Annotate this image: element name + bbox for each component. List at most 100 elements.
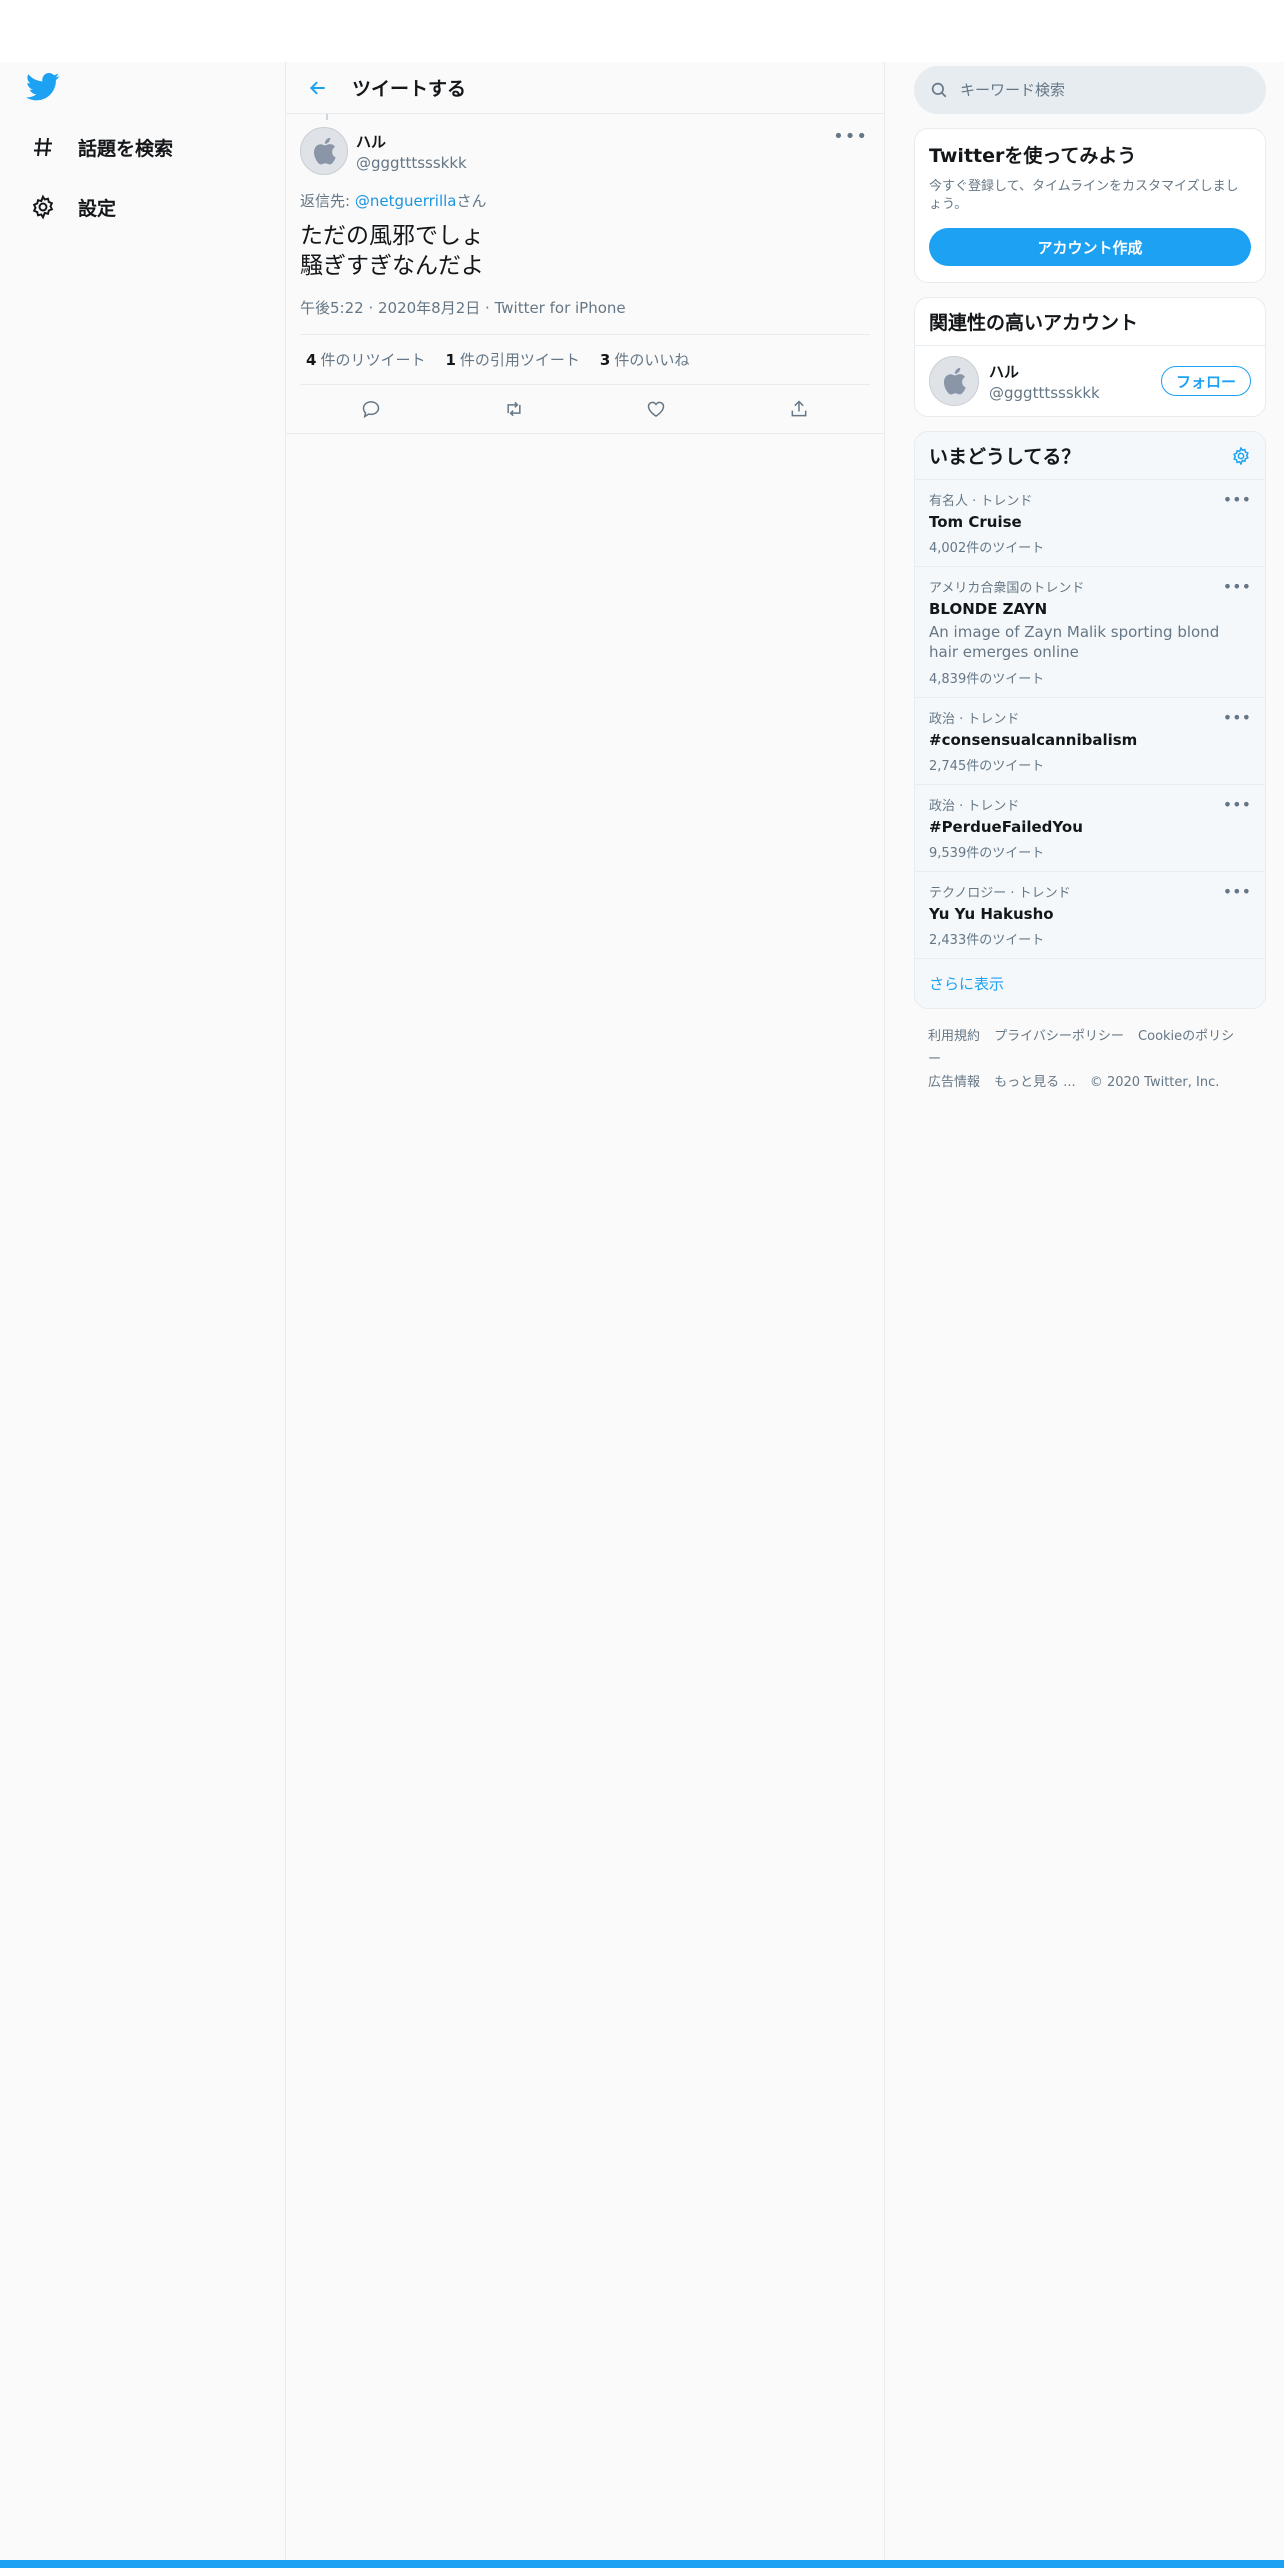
show-more-link[interactable]: さらに表示 (915, 959, 1265, 1008)
quote-count-link[interactable]: 1 件の引用ツイート (445, 349, 579, 370)
tweet-detail: ハル @gggtttssskkk ••• 返信先: @netguerrillaさ… (286, 114, 884, 434)
trend-count: 2,745件のツイート (929, 759, 1045, 774)
thread-connector-line (326, 114, 328, 120)
tweet-actions (300, 385, 870, 433)
trend-count: 4,839件のツイート (929, 672, 1045, 687)
twitter-logo-icon[interactable] (26, 72, 64, 110)
page-title: ツイートする (352, 78, 467, 100)
related-account-name: ハル (989, 362, 1020, 381)
trends-title: いまどうしてる？ (929, 446, 1081, 468)
tweet-stats: 4 件のリツイート 1 件の引用ツイート 3 件のいいね (300, 335, 870, 385)
share-icon (791, 400, 807, 417)
like-button[interactable] (636, 389, 676, 429)
related-account-row[interactable]: ハル @gggtttssskkk フォロー (915, 346, 1265, 416)
trend-count: 4,002件のツイート (929, 541, 1045, 556)
ads-info-link[interactable]: 広告情報 (928, 1075, 980, 1090)
search-input[interactable] (960, 81, 1240, 99)
copyright-text: © 2020 Twitter, Inc. (1089, 1075, 1220, 1090)
back-button[interactable] (300, 70, 336, 106)
tweet-metadata: 午後5:22 · 2020年8月2日 · Twitter for iPhone (300, 297, 870, 335)
trend-context: 政治 · トレンド (929, 799, 1020, 814)
trend-name: #PerdueFailedYou (929, 818, 1083, 836)
trend-item[interactable]: アメリカ合衆国のトレンド BLONDE ZAYN An image of Zay… (915, 567, 1265, 698)
trend-item[interactable]: 政治 · トレンド #consensualcannibalism 2,745件の… (915, 698, 1265, 785)
footer-links: 利用規約 プライバシーポリシー Cookieのポリシー 広告情報 もっと見る .… (914, 1009, 1266, 1110)
more-link[interactable]: もっと見る ... (994, 1075, 1076, 1090)
nav-item-explore[interactable]: 話題を検索 (26, 124, 173, 170)
nav-item-settings[interactable]: 設定 (26, 184, 116, 230)
tweet-source-link[interactable]: Twitter for iPhone (495, 299, 626, 317)
follow-button[interactable]: フォロー (1160, 366, 1251, 396)
terms-link[interactable]: 利用規約 (928, 1029, 980, 1044)
trend-name: Tom Cruise (929, 513, 1022, 531)
reply-mention-link[interactable]: @netguerrilla (355, 192, 457, 210)
bottom-bar (0, 2560, 1284, 2568)
more-options-icon[interactable]: ••• (1223, 882, 1251, 901)
trend-item[interactable]: 政治 · トレンド #PerdueFailedYou 9,539件のツイート •… (915, 785, 1265, 872)
nav-item-label: 話題を検索 (78, 137, 174, 160)
back-arrow-icon (309, 80, 325, 95)
share-button[interactable] (779, 389, 819, 429)
trend-name: #consensualcannibalism (929, 731, 1138, 749)
like-count-link[interactable]: 3 件のいいね (600, 349, 689, 370)
trend-item[interactable]: テクノロジー · トレンド Yu Yu Hakusho 2,433件のツイート … (915, 872, 1265, 959)
nav-item-label: 設定 (78, 197, 117, 220)
trends-header: いまどうしてる？ (915, 432, 1265, 480)
heart-icon (647, 401, 665, 417)
tweet-text-line: 騒ぎすぎなんだよ (300, 253, 484, 279)
hashtag-icon (26, 130, 60, 164)
reply-to-line: 返信先: @netguerrillaさん (300, 190, 870, 211)
search-bar[interactable] (914, 66, 1266, 114)
tweet-author: ハル @gggtttssskkk (300, 114, 870, 178)
related-account-handle: @gggtttssskkk (989, 383, 1100, 402)
top-bar (0, 0, 1284, 62)
tweet-time-link[interactable]: 午後5:22 · 2020年8月2日 (300, 299, 480, 317)
privacy-link[interactable]: プライバシーポリシー (994, 1029, 1124, 1044)
related-accounts-title: 関連性の高いアカウント (915, 298, 1265, 346)
tweet-text-line: ただの風邪でしょ (300, 223, 484, 249)
signup-text: 今すぐ登録して、タイムラインをカスタマイズしましょう。 (929, 179, 1239, 212)
signup-title: Twitterを使ってみよう (929, 145, 1137, 167)
main-column: ツイートする ハル @gggtttssskkk ••• 返信先: @netgue… (285, 62, 885, 2560)
apple-logo-icon (943, 367, 966, 395)
more-options-icon[interactable]: ••• (1223, 708, 1251, 727)
right-sidebar: Twitterを使ってみよう 今すぐ登録して、タイムラインをカスタマイズしましょ… (914, 62, 1266, 1110)
more-options-icon[interactable]: ••• (1223, 577, 1251, 596)
reply-suffix: さん (456, 192, 487, 210)
retweet-button[interactable] (494, 389, 534, 429)
tweet-author-handle[interactable]: @gggtttssskkk (356, 154, 467, 172)
column-header: ツイートする (286, 62, 884, 114)
trend-count: 2,433件のツイート (929, 933, 1045, 948)
signup-card: Twitterを使ってみよう 今すぐ登録して、タイムラインをカスタマイズしましょ… (914, 128, 1266, 283)
trend-context: アメリカ合衆国のトレンド (929, 581, 1085, 596)
create-account-button[interactable]: アカウント作成 (929, 228, 1251, 266)
trend-count: 9,539件のツイート (929, 846, 1045, 861)
related-accounts-card: 関連性の高いアカウント ハル @gggtttssskkk フォロー (914, 297, 1266, 417)
search-icon (931, 82, 947, 98)
avatar[interactable] (300, 127, 348, 175)
reply-button[interactable] (351, 389, 391, 429)
reply-prefix: 返信先: (300, 192, 355, 210)
tweet-text: ただの風邪でしょ 騒ぎすぎなんだよ (300, 221, 870, 281)
gear-icon (26, 190, 60, 224)
retweet-count-link[interactable]: 4 件のリツイート (306, 349, 425, 370)
more-options-icon[interactable]: ••• (1223, 490, 1251, 509)
retweet-icon (507, 401, 521, 417)
avatar[interactable] (929, 356, 979, 406)
trend-name: BLONDE ZAYN (929, 600, 1048, 618)
trend-context: テクノロジー · トレンド (929, 886, 1071, 901)
apple-logo-icon (313, 137, 336, 165)
trend-description: An image of Zayn Malik sporting blond ha… (929, 623, 1220, 661)
tweet-author-name[interactable]: ハル (356, 131, 467, 152)
left-nav: 話題を検索 設定 (0, 62, 285, 2560)
trend-name: Yu Yu Hakusho (929, 905, 1054, 923)
trends-card: いまどうしてる？ 有名人 · トレンド Tom Cruise 4,002件のツイ… (914, 431, 1266, 1009)
gear-icon[interactable] (1231, 445, 1251, 466)
trend-context: 政治 · トレンド (929, 712, 1020, 727)
more-options-icon[interactable]: ••• (1223, 795, 1251, 814)
divider (286, 433, 884, 434)
trend-context: 有名人 · トレンド (929, 494, 1033, 509)
reply-icon (362, 401, 380, 419)
trend-item[interactable]: 有名人 · トレンド Tom Cruise 4,002件のツイート ••• (915, 480, 1265, 567)
more-options-icon[interactable]: ••• (833, 126, 868, 147)
